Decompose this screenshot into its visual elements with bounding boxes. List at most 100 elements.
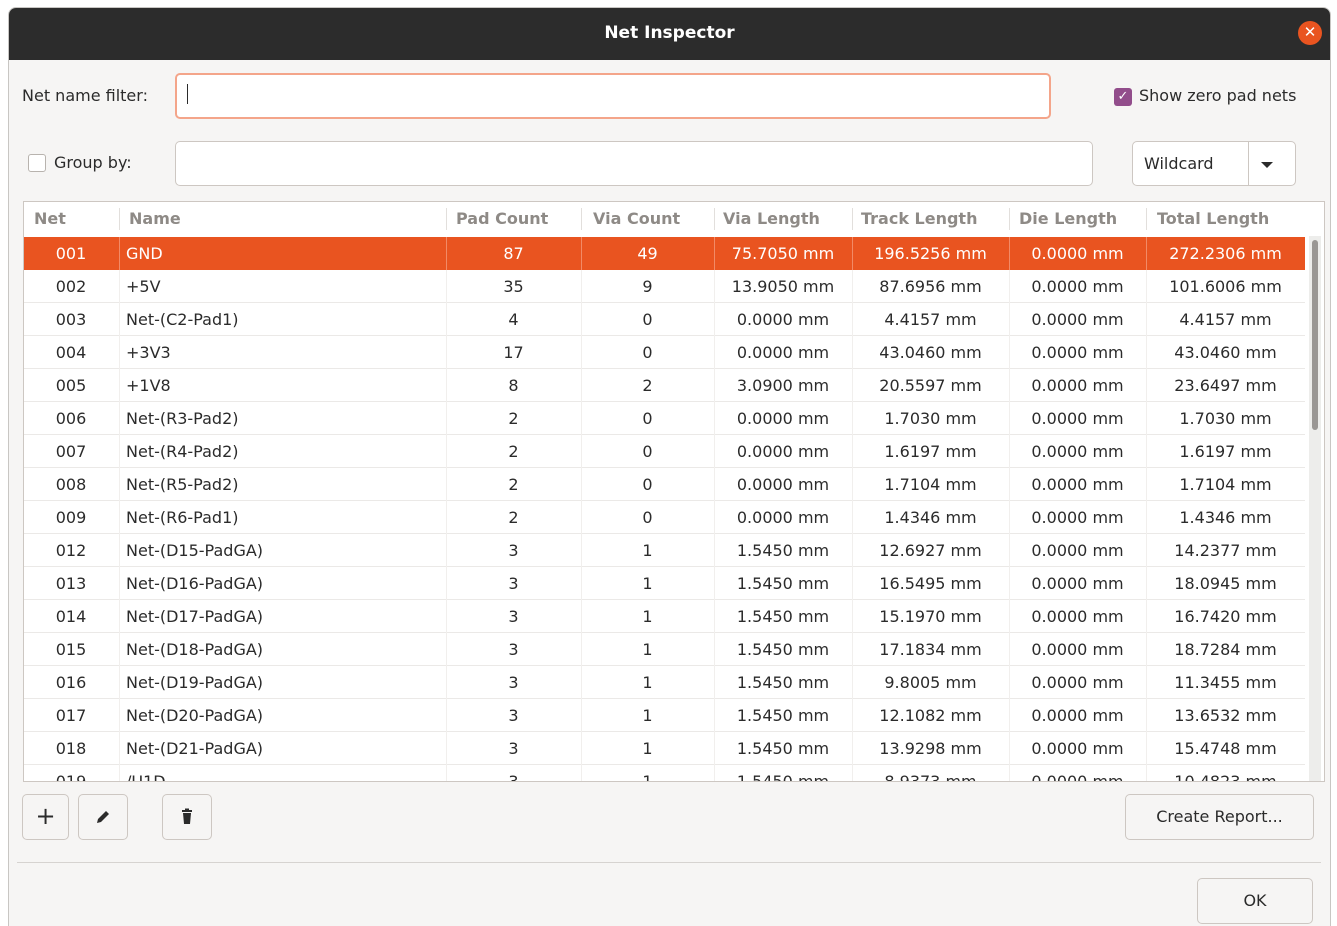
cell-die: 0.0000 mm xyxy=(1031,244,1124,263)
cell-vias: 0 xyxy=(642,508,653,527)
table-row[interactable]: 006 Net-(R3-Pad2) 2 0 0.0000 mm 1.7030 mm 0.00… xyxy=(24,402,1305,435)
ok-button[interactable]: OK xyxy=(1197,878,1313,924)
column-header-net[interactable]: Net xyxy=(34,209,66,228)
table-row[interactable]: 012 Net-(D15-PadGA) 3 1 1.5450 mm 12.6927 mm 0… xyxy=(24,534,1305,567)
match-mode-dropdown[interactable]: Wildcard xyxy=(1132,141,1296,186)
cell-vialen: 0.0000 mm xyxy=(736,310,830,329)
cell-die: 0.0000 mm xyxy=(1031,574,1124,593)
cell-vialen: 0.0000 mm xyxy=(736,442,830,461)
column-divider xyxy=(119,765,120,781)
net-name-filter-input[interactable] xyxy=(175,73,1051,119)
table-row[interactable]: 004 +3V3 17 0 0.0000 mm 43.0460 mm 0.0000 mm 43… xyxy=(24,336,1305,369)
cell-die: 0.0000 mm xyxy=(1031,607,1124,626)
cell-vialen: 1.5450 mm xyxy=(736,772,830,782)
cell-die: 0.0000 mm xyxy=(1031,277,1124,296)
cell-total: 14.2377 mm xyxy=(1174,541,1277,560)
cell-name: /U1D xyxy=(126,772,166,782)
delete-net-button[interactable] xyxy=(162,794,212,840)
table-row[interactable]: 008 Net-(R5-Pad2) 2 0 0.0000 mm 1.7104 mm 0.00… xyxy=(24,468,1305,501)
cell-track: 1.7030 mm xyxy=(884,409,977,428)
chevron-down-icon[interactable] xyxy=(1261,162,1273,168)
cell-total: 1.4346 mm xyxy=(1179,508,1272,527)
match-mode-value: Wildcard xyxy=(1144,154,1214,173)
table-row[interactable]: 015 Net-(D18-PadGA) 3 1 1.5450 mm 17.1834 mm 0… xyxy=(24,633,1305,666)
column-header-track-length[interactable]: Track Length xyxy=(861,209,977,228)
column-header-name[interactable]: Name xyxy=(129,209,181,228)
header-divider xyxy=(119,208,120,230)
cell-net: 012 xyxy=(55,541,87,560)
column-header-die-length[interactable]: Die Length xyxy=(1019,209,1117,228)
net-table[interactable]: Net Name Pad Count Via Count Via Length … xyxy=(23,201,1325,782)
group-by-checkbox[interactable] xyxy=(28,154,46,172)
cell-vialen: 1.5450 mm xyxy=(736,541,830,560)
show-zero-pad-nets-checkbox[interactable]: ✓ xyxy=(1114,88,1132,106)
table-row[interactable]: 001 GND 87 49 75.7050 mm 196.5256 mm 0.0000 mm… xyxy=(24,237,1305,270)
column-divider xyxy=(119,699,120,732)
cell-total: 272.2306 mm xyxy=(1169,244,1282,263)
cell-track: 87.6956 mm xyxy=(879,277,982,296)
cell-track: 1.4346 mm xyxy=(884,508,977,527)
cell-vias: 0 xyxy=(642,409,653,428)
column-divider xyxy=(119,237,120,270)
table-row[interactable]: 003 Net-(C2-Pad1) 4 0 0.0000 mm 4.4157 mm 0.00… xyxy=(24,303,1305,336)
cell-track: 17.1834 mm xyxy=(879,640,982,659)
cell-pads: 87 xyxy=(503,244,524,263)
close-button[interactable]: ✕ xyxy=(1298,21,1322,45)
cell-name: +3V3 xyxy=(126,343,171,362)
cell-net: 015 xyxy=(55,640,87,659)
header-divider xyxy=(1009,208,1010,230)
cell-total: 23.6497 mm xyxy=(1174,376,1277,395)
column-header-pad-count[interactable]: Pad Count xyxy=(456,209,548,228)
cell-name: Net-(R3-Pad2) xyxy=(126,409,239,428)
table-row[interactable]: 016 Net-(D19-PadGA) 3 1 1.5450 mm 9.8005 mm 0.… xyxy=(24,666,1305,699)
add-net-button[interactable]: + xyxy=(22,794,69,840)
column-header-via-count[interactable]: Via Count xyxy=(593,209,680,228)
cell-track: 12.6927 mm xyxy=(879,541,982,560)
cell-net: 004 xyxy=(55,343,87,362)
table-row[interactable]: 019/U1D 3 1 1.5450 mm 8.9373 mm 0.0000 mm 10.4… xyxy=(24,765,1305,782)
cell-track: 4.4157 mm xyxy=(884,310,977,329)
cell-net: 013 xyxy=(55,574,87,593)
text-cursor xyxy=(187,84,188,104)
cell-vialen: 1.5450 mm xyxy=(736,706,830,725)
table-row[interactable]: 005 +1V8 8 2 3.0900 mm 20.5597 mm 0.0000 mm 23.… xyxy=(24,369,1305,402)
group-by-input[interactable] xyxy=(175,141,1093,186)
cell-vias: 1 xyxy=(642,541,653,560)
cell-pads: 3 xyxy=(508,739,519,758)
rename-net-button[interactable] xyxy=(78,794,128,840)
cell-vias: 2 xyxy=(642,376,653,395)
cell-vias: 1 xyxy=(642,739,653,758)
cell-total: 11.3455 mm xyxy=(1174,673,1277,692)
column-divider xyxy=(119,600,120,633)
table-row[interactable]: 013 Net-(D16-PadGA) 3 1 1.5450 mm 16.5495 mm 0… xyxy=(24,567,1305,600)
table-row[interactable]: 007 Net-(R4-Pad2) 2 0 0.0000 mm 1.6197 mm 0.00… xyxy=(24,435,1305,468)
pencil-icon xyxy=(97,811,109,823)
table-row[interactable]: 014 Net-(D17-PadGA) 3 1 1.5450 mm 15.1970 mm 0… xyxy=(24,600,1305,633)
cell-pads: 3 xyxy=(508,574,519,593)
column-header-total-length[interactable]: Total Length xyxy=(1157,209,1269,228)
cell-pads: 3 xyxy=(508,607,519,626)
cell-name: Net-(R5-Pad2) xyxy=(126,475,239,494)
dropdown-divider xyxy=(1248,142,1249,185)
cell-pads: 2 xyxy=(508,475,519,494)
cell-name: Net-(D20-PadGA) xyxy=(126,706,264,725)
table-row[interactable]: 017 Net-(D20-PadGA) 3 1 1.5450 mm 12.1082 mm 0… xyxy=(24,699,1305,732)
cell-vialen: 0.0000 mm xyxy=(736,475,830,494)
create-report-button[interactable]: Create Report... xyxy=(1125,794,1314,840)
table-row[interactable]: 002 +5V 35 9 13.9050 mm 87.6956 mm 0.0000 mm 10… xyxy=(24,270,1305,303)
cell-pads: 2 xyxy=(508,442,519,461)
column-header-via-length[interactable]: Via Length xyxy=(723,209,820,228)
cell-vias: 0 xyxy=(642,343,653,362)
column-divider xyxy=(119,402,120,435)
column-divider xyxy=(119,501,120,534)
scrollbar-thumb[interactable] xyxy=(1312,240,1318,430)
table-row[interactable]: 018 Net-(D21-PadGA) 3 1 1.5450 mm 13.9298 mm 0… xyxy=(24,732,1305,765)
cell-pads: 3 xyxy=(508,706,519,725)
cell-die: 0.0000 mm xyxy=(1031,310,1124,329)
cell-track: 13.9298 mm xyxy=(879,739,982,758)
cell-vias: 1 xyxy=(642,772,653,782)
cell-track: 8.9373 mm xyxy=(884,772,977,782)
cell-net: 018 xyxy=(55,739,87,758)
table-row[interactable]: 009 Net-(R6-Pad1) 2 0 0.0000 mm 1.4346 mm 0.00… xyxy=(24,501,1305,534)
cell-net: 014 xyxy=(55,607,87,626)
